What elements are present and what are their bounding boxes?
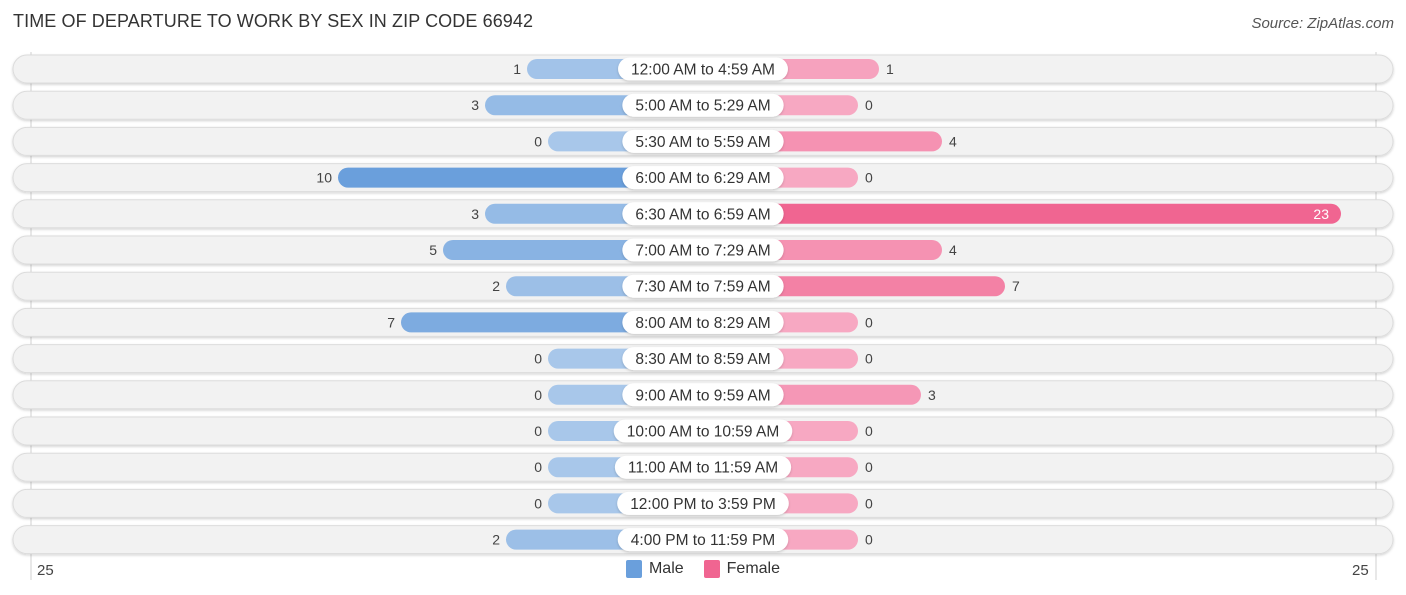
value-label-male: 10 [316, 170, 332, 186]
value-label-female: 7 [1012, 278, 1020, 294]
category-label: 11:00 AM to 11:59 AM [628, 460, 778, 477]
chart-row[interactable]: 12:00 AM to 4:59 AM 1 1 [12, 54, 1394, 84]
value-label-male: 0 [534, 459, 542, 475]
value-label-male: 0 [534, 495, 542, 511]
value-label-female: 0 [865, 97, 873, 113]
value-label-female: 4 [949, 242, 957, 258]
value-label-female: 0 [865, 459, 873, 475]
value-label-male: 3 [471, 97, 479, 113]
category-label: 9:00 AM to 9:59 AM [635, 387, 770, 404]
chart-row[interactable]: 7:30 AM to 7:59 AM 2 7 [12, 271, 1394, 301]
chart-row[interactable]: 11:00 AM to 11:59 AM 0 0 [12, 452, 1394, 482]
chart-area: 12:00 AM to 4:59 AM 1 1 5:00 AM to 5:29 AM 3… [12, 52, 1394, 580]
value-label-male: 0 [534, 351, 542, 367]
chart-row[interactable]: 7:00 AM to 7:29 AM 5 4 [12, 235, 1394, 265]
value-label-female: 0 [865, 423, 873, 439]
chart-row[interactable]: 12:00 PM to 3:59 PM 0 0 [12, 488, 1394, 518]
legend-item-female[interactable]: Female [703, 560, 781, 578]
value-label-female: 0 [865, 170, 873, 186]
value-label-female: 4 [949, 133, 957, 149]
value-label-female: 0 [865, 495, 873, 511]
legend-item-male[interactable]: Male [625, 560, 684, 578]
legend: Male Female [0, 560, 1406, 578]
legend-swatch-female [703, 560, 720, 578]
chart-row[interactable]: 8:00 AM to 8:29 AM 7 0 [12, 307, 1394, 337]
value-label-male: 7 [387, 314, 395, 330]
category-label: 5:30 AM to 5:59 AM [635, 134, 770, 151]
value-label-female: 0 [865, 532, 873, 548]
chart-row[interactable]: 9:00 AM to 9:59 AM 0 3 [12, 380, 1394, 410]
chart-row[interactable]: 10:00 AM to 10:59 AM 0 0 [12, 416, 1394, 446]
chart-row[interactable]: 8:30 AM to 8:59 AM 0 0 [12, 344, 1394, 374]
value-label-male: 1 [513, 61, 521, 77]
value-label-male: 2 [492, 278, 500, 294]
chart-row[interactable]: 5:30 AM to 5:59 AM 0 4 [12, 126, 1394, 156]
value-label-male: 5 [429, 242, 437, 258]
category-label: 8:00 AM to 8:29 AM [635, 315, 770, 332]
value-label-female: 0 [865, 351, 873, 367]
legend-label-male: Male [648, 560, 684, 577]
value-label-female: 23 [1313, 206, 1329, 222]
chart-row[interactable]: 5:00 AM to 5:29 AM 3 0 [12, 90, 1394, 120]
category-label: 8:30 AM to 8:59 AM [635, 351, 770, 368]
legend-swatch-male [625, 560, 642, 578]
value-label-male: 0 [534, 387, 542, 403]
value-label-male: 0 [534, 423, 542, 439]
chart-row[interactable]: 6:00 AM to 6:29 AM 10 0 [12, 163, 1394, 193]
bar-female [703, 203, 1341, 224]
category-label: 7:30 AM to 7:59 AM [635, 279, 770, 296]
category-label: 6:00 AM to 6:29 AM [635, 170, 770, 187]
category-label: 4:00 PM to 11:59 PM [631, 532, 775, 549]
value-label-male: 2 [492, 532, 500, 548]
category-label: 12:00 AM to 4:59 AM [631, 62, 775, 79]
value-label-male: 3 [471, 206, 479, 222]
category-label: 5:00 AM to 5:29 AM [635, 98, 770, 115]
category-label: 10:00 AM to 10:59 AM [627, 424, 780, 441]
value-label-female: 1 [886, 61, 894, 77]
chart-row[interactable]: 6:30 AM to 6:59 AM 3 23 [12, 199, 1394, 229]
category-label: 6:30 AM to 6:59 AM [635, 206, 770, 223]
value-label-female: 3 [928, 387, 936, 403]
value-label-female: 0 [865, 314, 873, 330]
chart-row[interactable]: 4:00 PM to 11:59 PM 2 0 [12, 525, 1394, 555]
legend-label-female: Female [726, 560, 781, 577]
category-label: 12:00 PM to 3:59 PM [630, 496, 776, 513]
value-label-male: 0 [534, 133, 542, 149]
category-label: 7:00 AM to 7:29 AM [635, 243, 770, 260]
